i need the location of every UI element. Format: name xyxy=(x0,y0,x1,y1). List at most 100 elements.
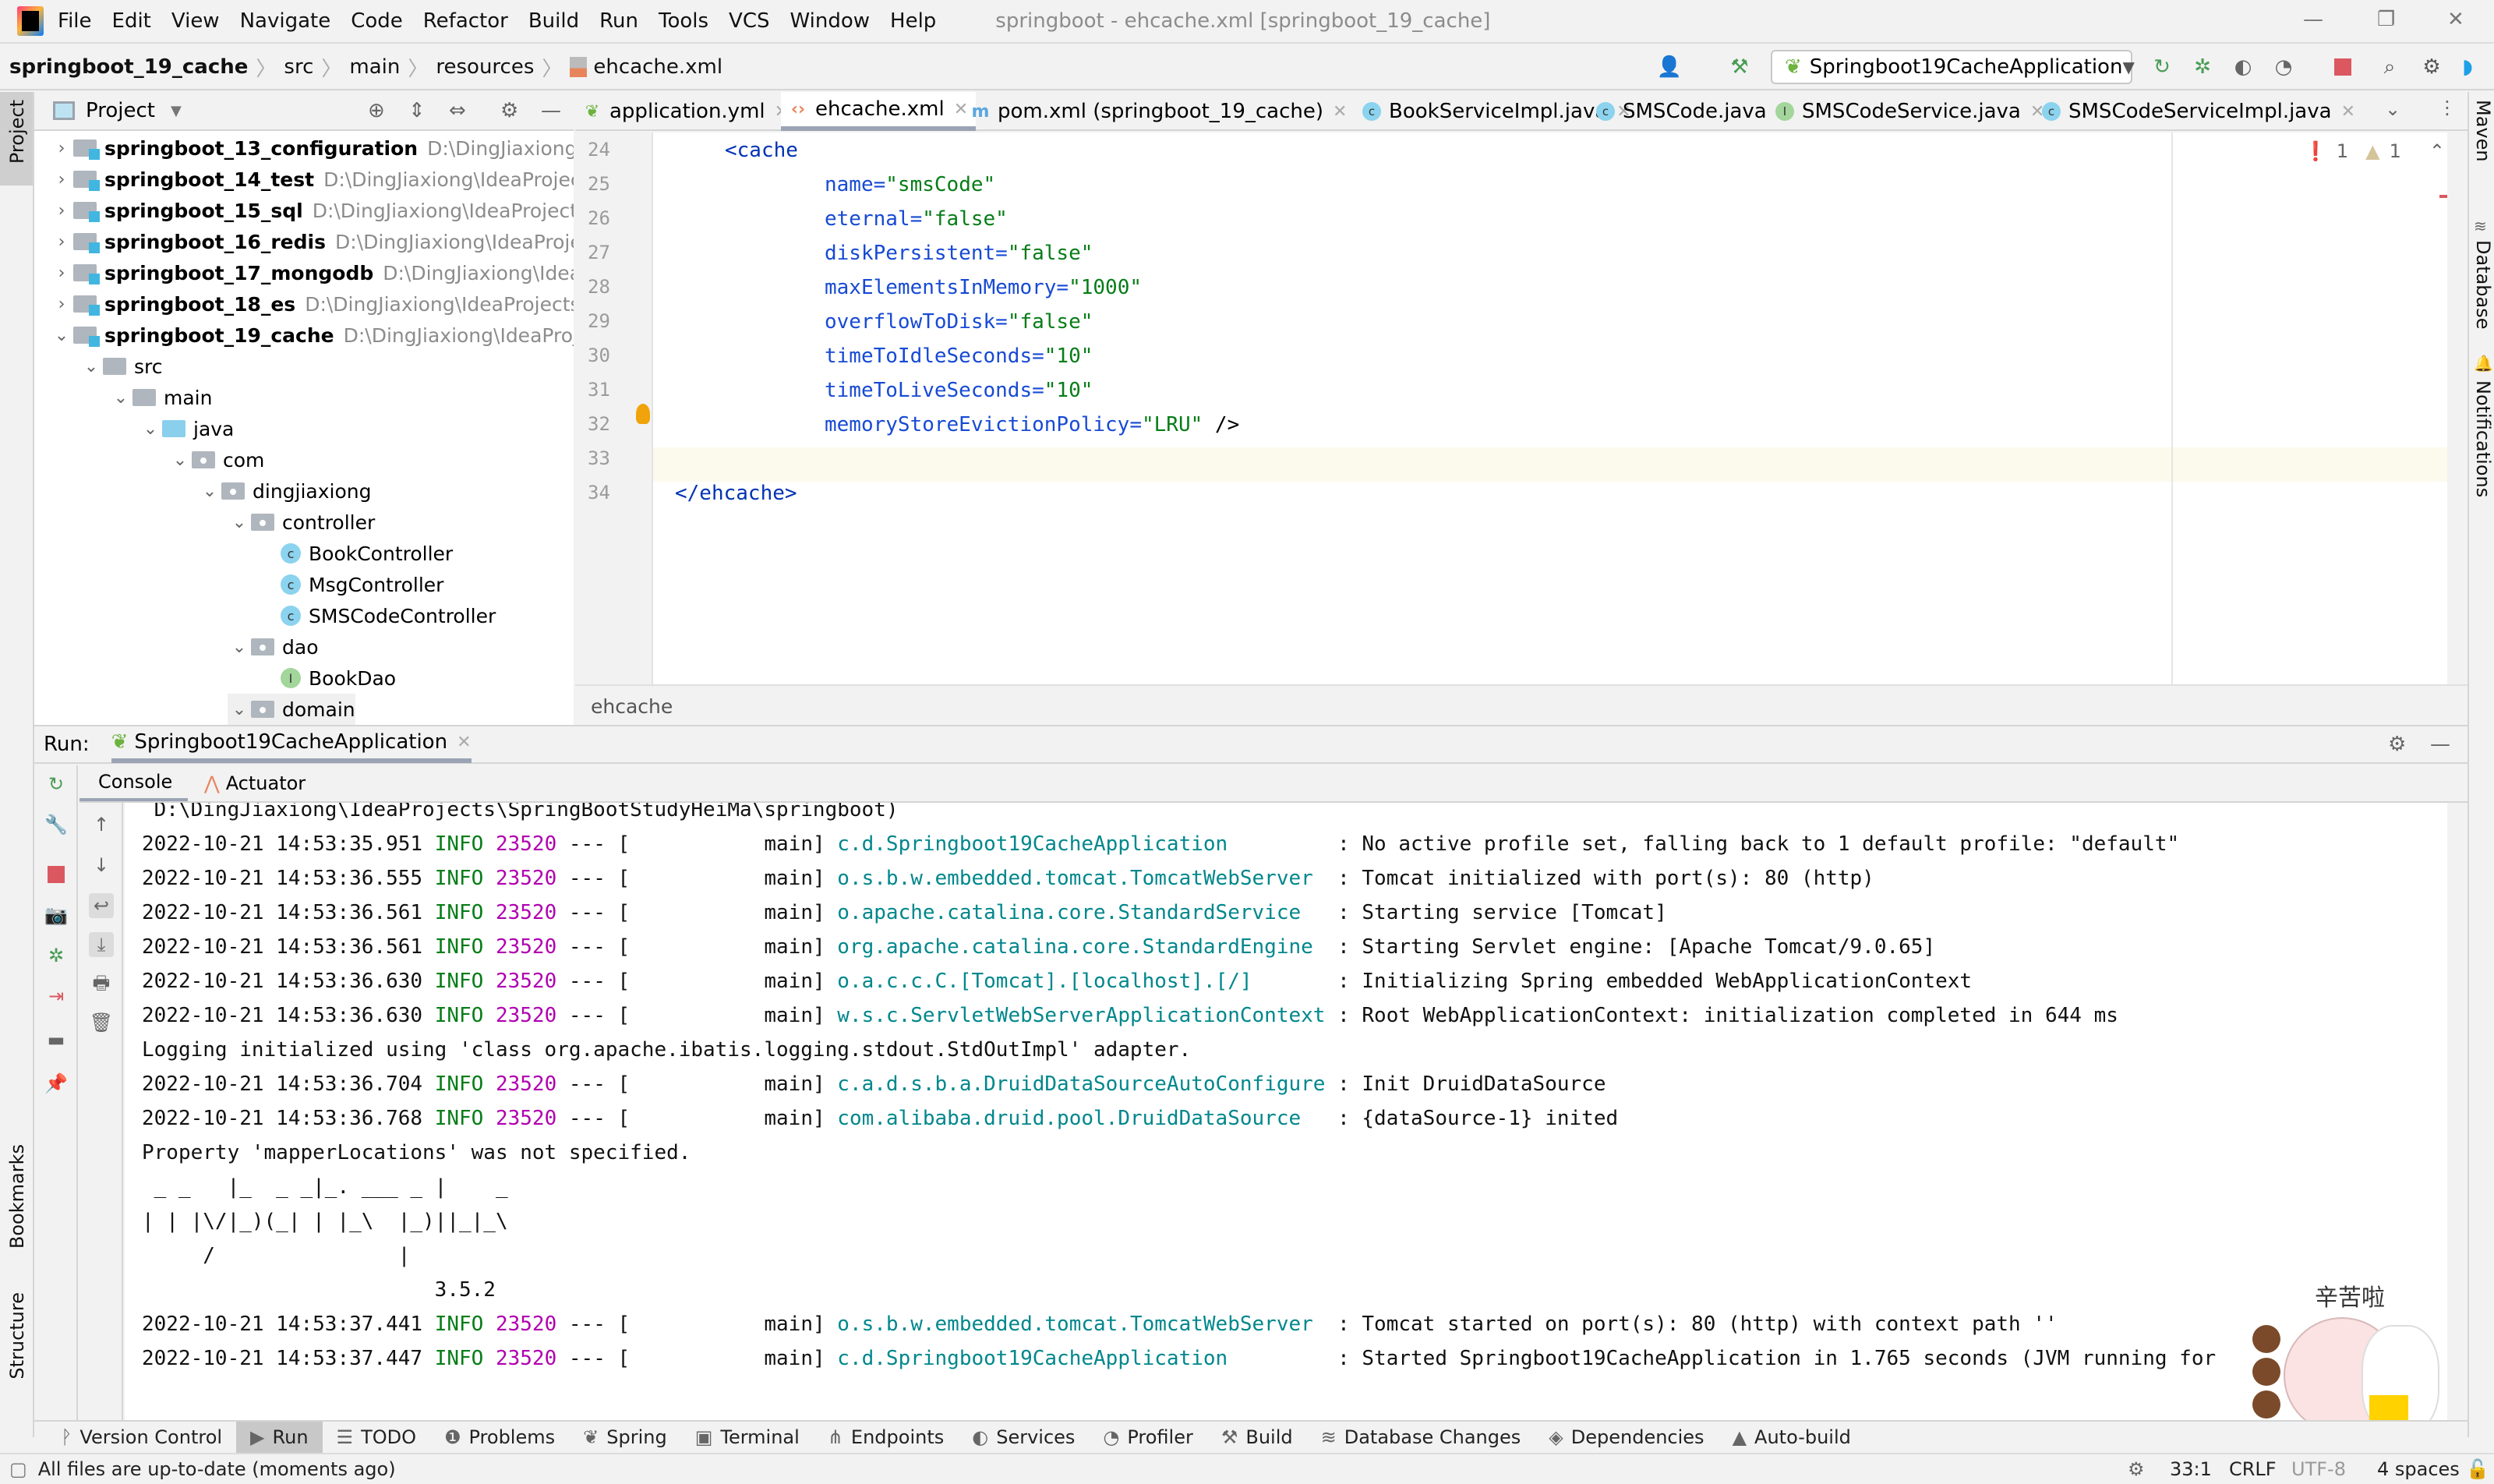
code-line[interactable]: maxElementsInMemory="1000" xyxy=(825,276,1142,299)
database-strip-label[interactable]: Database xyxy=(2472,240,2494,330)
code-line[interactable]: name="smsCode" xyxy=(825,173,995,196)
tab-list-chevron-icon[interactable]: ⌄ xyxy=(2385,98,2400,120)
expand-all-icon[interactable]: ⇕ xyxy=(408,99,426,122)
bookmarks-strip-label[interactable]: Bookmarks xyxy=(6,1144,28,1249)
menu-window[interactable]: Window xyxy=(790,9,871,33)
code-line[interactable]: </ehcache> xyxy=(675,482,797,505)
lock-icon[interactable]: 🔓 xyxy=(2466,1458,2489,1480)
tab-ehcache-xml[interactable]: ‹› ehcache.xml ✕ xyxy=(781,92,977,131)
menu-run[interactable]: Run xyxy=(599,9,638,33)
tree-item[interactable]: I BookDao xyxy=(257,662,396,694)
profiler-icon[interactable]: ◔ xyxy=(2271,55,2296,80)
close-tab-icon[interactable]: ✕ xyxy=(457,733,471,752)
editor-breadcrumb[interactable]: ehcache xyxy=(575,684,2469,723)
code-editor[interactable]: 24 25 26 27 28 29 30 31 32 33 34 ❗ 1 ▲ 1 ⌃ ⌄ <cach… xyxy=(575,132,2487,684)
code-line[interactable]: <cache xyxy=(725,139,798,162)
menu-tools[interactable]: Tools xyxy=(659,9,708,33)
menu-view[interactable]: View xyxy=(171,9,220,33)
tab-smscode-java[interactable]: cSMSCode.java✕ xyxy=(1588,92,1798,131)
coverage-icon[interactable]: ◐ xyxy=(2231,55,2256,80)
breadcrumb-item[interactable]: springboot_19_cache xyxy=(9,55,248,79)
tool-window-auto-build[interactable]: ▲ Auto-build xyxy=(1719,1422,1865,1453)
breadcrumb-item[interactable]: ehcache.xml xyxy=(593,55,722,79)
scroll-down-arrow-icon[interactable]: ↓ xyxy=(89,853,114,878)
chevron-down-icon[interactable]: ⌄ xyxy=(79,357,103,376)
tree-item[interactable]: ⌄ domain xyxy=(228,694,355,725)
dump-threads-camera-icon[interactable]: 📷 xyxy=(44,903,69,928)
debug-attach-icon[interactable]: ✲ xyxy=(44,943,69,968)
chevron-right-icon[interactable]: › xyxy=(50,170,73,189)
code-line[interactable]: timeToLiveSeconds="10" xyxy=(825,379,1093,402)
run-settings-icon[interactable]: ⚙ xyxy=(2388,733,2406,756)
print-icon[interactable]: 🖶 xyxy=(89,972,114,998)
menu-vcs[interactable]: VCS xyxy=(729,9,769,33)
tool-window-terminal[interactable]: ▣ Terminal xyxy=(681,1422,814,1453)
stop-icon[interactable] xyxy=(2330,55,2355,80)
file-encoding[interactable]: UTF-8 xyxy=(2291,1458,2346,1480)
tab-smscodeservice-java[interactable]: I SMSCodeService.java ✕ xyxy=(1768,92,2052,131)
locate-file-icon[interactable]: ⊕ xyxy=(368,99,385,122)
clear-all-trash-icon[interactable]: 🗑 xyxy=(89,1010,114,1035)
error-stripe-mark[interactable] xyxy=(2439,195,2447,198)
modify-config-wrench-icon[interactable]: 🔧 xyxy=(44,812,69,837)
chevron-down-icon[interactable]: ⌄ xyxy=(139,419,162,439)
rerun-icon[interactable]: ↻ xyxy=(2150,55,2174,80)
caret-position[interactable]: 33:1 xyxy=(2170,1458,2212,1480)
chevron-down-icon[interactable]: ⌄ xyxy=(228,638,251,657)
menu-help[interactable]: Help xyxy=(890,9,936,33)
project-strip-label[interactable]: Project xyxy=(6,100,28,164)
chevron-down-icon[interactable]: ⌄ xyxy=(109,388,132,408)
breadcrumb-item[interactable]: src xyxy=(284,55,313,79)
chevron-right-icon[interactable]: › xyxy=(50,295,73,314)
chevron-down-icon[interactable]: ▼ xyxy=(171,103,182,119)
tree-item[interactable]: c MsgController xyxy=(257,569,443,600)
minimize-button[interactable]: — xyxy=(2303,8,2323,31)
chevron-right-icon[interactable]: › xyxy=(50,263,73,283)
hide-run-panel-icon[interactable]: — xyxy=(2430,733,2450,756)
code-line[interactable]: overflowToDisk="false" xyxy=(825,310,1093,334)
scroll-to-end-icon[interactable]: ⤓ xyxy=(89,932,114,957)
stop-icon[interactable] xyxy=(44,862,69,887)
menu-refactor[interactable]: Refactor xyxy=(423,9,508,33)
tree-item[interactable]: › springboot_14_test D:\DingJiaxiong\IdeaP… xyxy=(50,164,574,195)
exit-icon[interactable]: ⇥ xyxy=(44,984,69,1009)
run-config-selector[interactable]: ❦ Springboot19CacheApplication ▼ xyxy=(1771,50,2135,84)
tab-pom-xml[interactable]: m pom.xml (springboot_19_cache) ✕ xyxy=(963,92,1355,131)
inspection-widget[interactable]: ❗ 1 ▲ 1 ⌃ ⌄ xyxy=(2304,140,2487,162)
search-icon[interactable]: ⌕ xyxy=(2377,55,2402,80)
previous-highlight-icon[interactable]: ⌃ xyxy=(2429,140,2445,162)
debug-icon[interactable]: ✲ xyxy=(2190,55,2215,80)
tree-item[interactable]: ⌄ java xyxy=(139,413,235,444)
tree-item[interactable]: c SMSCodeController xyxy=(257,600,496,631)
tool-window-version-control[interactable]: ᚹ Version Control xyxy=(47,1422,236,1453)
tool-window-problems[interactable]: ❶ Problems xyxy=(430,1422,569,1453)
project-view-selector[interactable]: Project xyxy=(86,99,155,122)
tree-item[interactable]: ⌄ dao xyxy=(228,631,319,662)
tree-item[interactable]: ⌄ src xyxy=(79,351,163,382)
close-button[interactable]: ✕ xyxy=(2447,8,2464,31)
build-hammer-icon[interactable]: ⚒ xyxy=(1727,55,1752,80)
tool-window-todo[interactable]: ☰ TODO xyxy=(323,1422,430,1453)
close-tab-icon[interactable]: ✕ xyxy=(1333,102,1347,122)
hide-panel-icon[interactable]: — xyxy=(541,99,561,122)
menu-file[interactable]: File xyxy=(58,9,92,33)
tab-smscodeserviceimpl-java[interactable]: c SMSCodeServiceImpl.java ✕ xyxy=(2034,92,2363,131)
menu-edit[interactable]: Edit xyxy=(112,9,151,33)
panel-settings-icon[interactable]: ⚙ xyxy=(500,99,518,122)
tool-window-spring[interactable]: ❦ Spring xyxy=(569,1422,681,1453)
indent-setting[interactable]: 4 spaces xyxy=(2377,1458,2460,1480)
tool-window-dependencies[interactable]: ◈ Dependencies xyxy=(1535,1422,1718,1453)
console-output[interactable]: D:\DingJiaxiong\IdeaProjects\SpringBootS… xyxy=(125,803,2447,1420)
tool-window-services[interactable]: ◐ Services xyxy=(958,1422,1089,1453)
code-line[interactable]: memoryStoreEvictionPolicy="LRU" /> xyxy=(825,413,1239,436)
tool-window-profiler[interactable]: ◔ Profiler xyxy=(1089,1422,1206,1453)
chevron-right-icon[interactable]: › xyxy=(50,232,73,252)
more-tabs-icon[interactable]: ⋮ xyxy=(2438,97,2457,118)
chevron-down-icon[interactable]: ⌄ xyxy=(228,513,251,532)
tree-item[interactable]: ⌄ dingjiaxiong xyxy=(198,475,372,507)
code-with-me-icon[interactable]: ◗ xyxy=(2455,55,2480,80)
restore-button[interactable]: ❐ xyxy=(2377,8,2395,31)
tree-item[interactable]: › springboot_18_es D:\DingJiaxiong\IdeaPro… xyxy=(50,288,574,320)
pin-tab-icon[interactable]: 📌 xyxy=(44,1071,69,1096)
run-config-tab[interactable]: ❦ Springboot19CacheApplication ✕ xyxy=(111,726,472,763)
